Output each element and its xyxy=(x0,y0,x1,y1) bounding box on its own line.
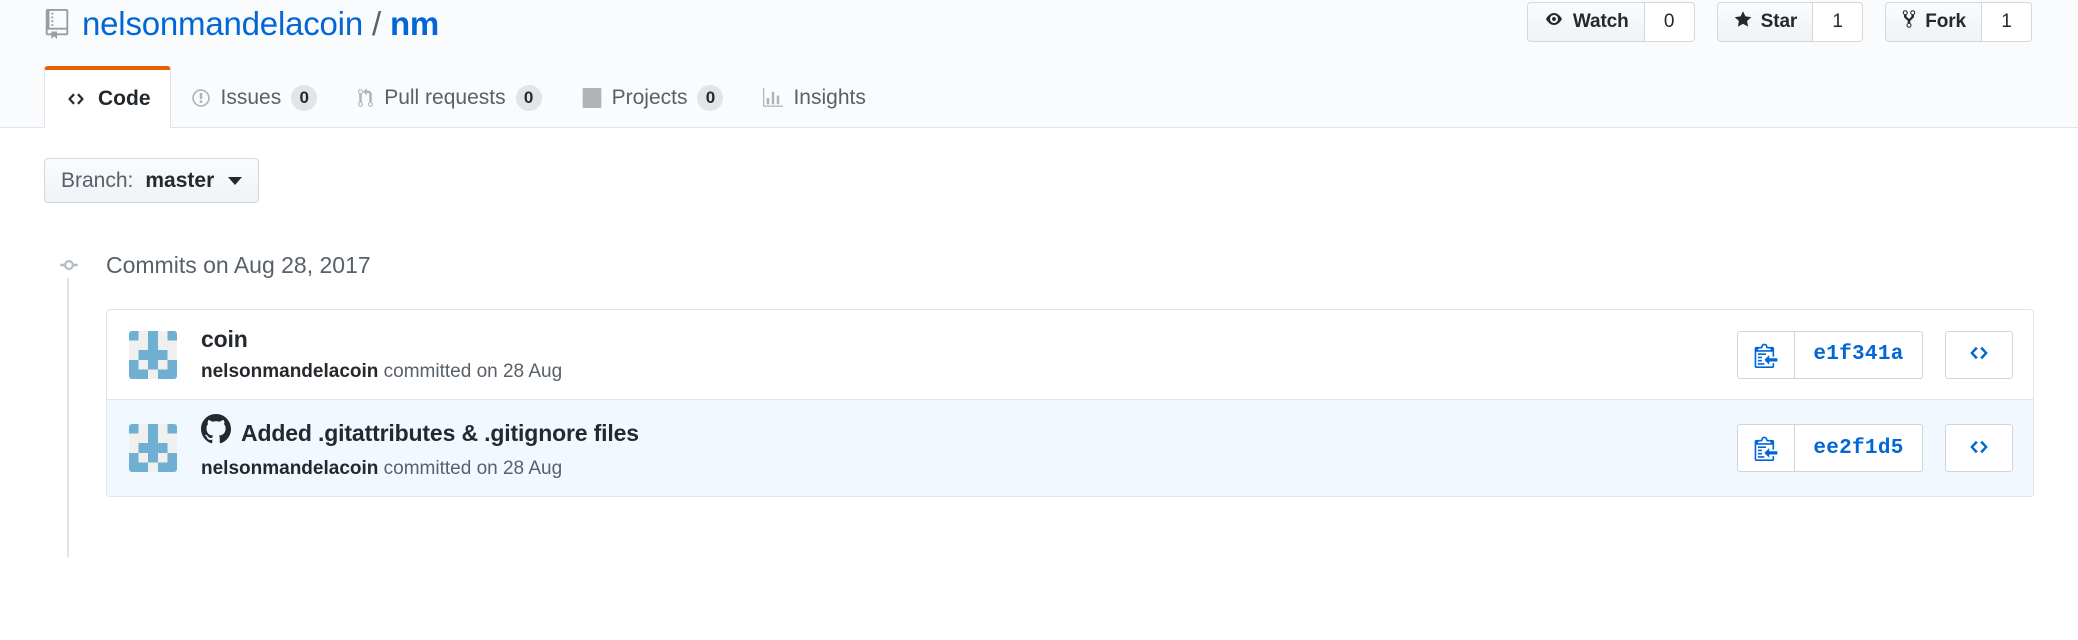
commit-title: Added .gitattributes & .gitignore files xyxy=(201,414,1717,451)
tab-issues-label: Issues xyxy=(220,85,282,109)
star-count[interactable]: 1 xyxy=(1813,2,1864,42)
github-repo-commits-page: nelsonmandelacoin / nm Watch 0 Star 1 Fo… xyxy=(0,0,2078,640)
repo-name-link[interactable]: nm xyxy=(390,4,439,44)
commit-info: Added .gitattributes & .gitignore files … xyxy=(201,414,1717,482)
branch-select-button[interactable]: Branch: master xyxy=(44,158,260,203)
table-row: Added .gitattributes & .gitignore files … xyxy=(107,400,2033,496)
commit-group-header: Commits on Aug 28, 2017 xyxy=(56,247,2034,283)
project-icon xyxy=(582,87,602,108)
identicon-avatar[interactable] xyxy=(129,424,177,472)
watch-button[interactable]: Watch xyxy=(1526,2,1645,42)
tab-pull-requests-label: Pull requests xyxy=(384,85,506,109)
tab-projects[interactable]: Projects 0 xyxy=(562,66,744,128)
repo-forked-icon xyxy=(1901,9,1917,35)
commit-actions: e1f341a xyxy=(1737,330,2013,379)
clipboard-copy-icon[interactable] xyxy=(1737,330,1795,379)
fork-label: Fork xyxy=(1925,11,1966,32)
branch-row: Branch: master xyxy=(44,128,2034,203)
browse-repository-button[interactable] xyxy=(1945,330,2013,379)
commit-author-link[interactable]: nelsonmandelacoin xyxy=(201,361,378,382)
graph-icon xyxy=(763,87,784,108)
octocat-icon xyxy=(201,414,231,451)
breadcrumb: nelsonmandelacoin / nm xyxy=(44,4,439,44)
star-button-group: Star 1 xyxy=(1716,2,1864,42)
star-icon xyxy=(1733,10,1753,35)
commit-author-link[interactable]: nelsonmandelacoin xyxy=(201,458,378,479)
branch-name-label: master xyxy=(145,168,215,192)
fork-button[interactable]: Fork xyxy=(1885,2,1982,42)
fork-button-group: Fork 1 xyxy=(1885,2,2032,42)
timeline-line xyxy=(67,261,69,557)
chevron-down-icon xyxy=(228,176,243,185)
commit-sha-link[interactable]: ee2f1d5 xyxy=(1795,424,1923,472)
watch-button-group: Watch 0 xyxy=(1526,2,1695,42)
repo-owner-link[interactable]: nelsonmandelacoin xyxy=(82,4,363,44)
commit-message-link[interactable]: Added .gitattributes & .gitignore files xyxy=(241,418,639,448)
commits-timeline: Commits on Aug 28, 2017 coin nelsonmande… xyxy=(44,247,2034,557)
commit-time-text: committed on 28 Aug xyxy=(383,458,563,479)
breadcrumb-separator: / xyxy=(371,5,381,42)
commit-sha-group: ee2f1d5 xyxy=(1737,424,1923,472)
branch-prefix-label: Branch: xyxy=(61,168,134,192)
issue-opened-icon xyxy=(191,88,211,108)
tab-issues[interactable]: Issues 0 xyxy=(171,66,338,128)
star-label: Star xyxy=(1760,11,1798,32)
fork-count[interactable]: 1 xyxy=(1982,2,2032,42)
commit-time-text: committed on 28 Aug xyxy=(383,361,563,382)
eye-icon xyxy=(1543,11,1565,33)
tab-code[interactable]: Code xyxy=(44,66,171,128)
commit-info: coin nelsonmandelacoin committed on 28 A… xyxy=(201,324,1717,385)
clipboard-copy-icon[interactable] xyxy=(1737,424,1795,472)
commit-meta: nelsonmandelacoin committed on 28 Aug xyxy=(201,359,1717,385)
commit-sha-link[interactable]: e1f341a xyxy=(1795,330,1923,379)
tab-pull-requests[interactable]: Pull requests 0 xyxy=(337,66,561,128)
star-button[interactable]: Star xyxy=(1716,2,1814,42)
code-icon xyxy=(64,90,88,108)
repo-icon xyxy=(44,9,70,39)
git-pull-request-icon xyxy=(357,87,374,108)
commit-title: coin xyxy=(201,324,1717,354)
commit-message-link[interactable]: coin xyxy=(201,324,248,354)
browse-repository-button[interactable] xyxy=(1945,424,2013,472)
repo-content: Branch: master Commits on Aug 28, 2017 c… xyxy=(0,128,2078,557)
repo-actions: Watch 0 Star 1 Fork 1 xyxy=(1526,2,2032,42)
watch-label: Watch xyxy=(1572,11,1629,32)
table-row: coin nelsonmandelacoin committed on 28 A… xyxy=(107,310,2033,400)
code-icon xyxy=(1966,437,1992,460)
tab-pull-requests-count: 0 xyxy=(515,84,542,111)
commit-group-title: Commits on Aug 28, 2017 xyxy=(106,251,371,278)
commit-list: coin nelsonmandelacoin committed on 28 A… xyxy=(106,309,2034,497)
tab-projects-label: Projects xyxy=(611,85,688,109)
tab-code-label: Code xyxy=(98,87,151,110)
repo-nav-tabs: Code Issues 0 Pull requests 0 Projects 0… xyxy=(44,62,886,128)
tab-issues-count: 0 xyxy=(291,84,318,111)
tab-insights[interactable]: Insights xyxy=(743,66,885,128)
watch-count[interactable]: 0 xyxy=(1644,2,1695,42)
repo-header: nelsonmandelacoin / nm Watch 0 Star 1 Fo… xyxy=(0,0,2078,128)
tab-insights-label: Insights xyxy=(793,85,866,109)
commit-actions: ee2f1d5 xyxy=(1737,424,2013,472)
commit-node-icon xyxy=(56,252,82,278)
commit-sha-group: e1f341a xyxy=(1737,330,1923,379)
identicon-avatar[interactable] xyxy=(129,330,177,379)
tab-projects-count: 0 xyxy=(697,84,724,111)
commit-meta: nelsonmandelacoin committed on 28 Aug xyxy=(201,456,1717,482)
code-icon xyxy=(1966,343,1992,366)
